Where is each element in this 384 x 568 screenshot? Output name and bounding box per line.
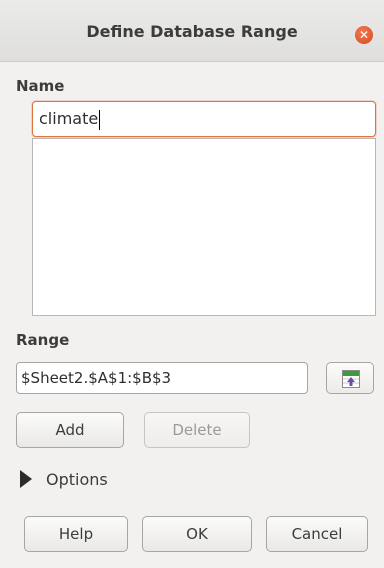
define-database-range-dialog: Define Database Range ✕ Name climate Ran… xyxy=(0,0,384,568)
name-input[interactable]: climate xyxy=(32,101,376,137)
close-icon[interactable]: ✕ xyxy=(355,26,373,44)
cancel-button[interactable]: Cancel xyxy=(266,516,368,552)
database-range-list[interactable] xyxy=(32,138,376,316)
help-button[interactable]: Help xyxy=(24,516,128,552)
shrink-dialog-button[interactable] xyxy=(326,362,374,394)
options-expander[interactable]: Options xyxy=(20,466,108,492)
delete-button[interactable]: Delete xyxy=(144,412,250,448)
ok-button[interactable]: OK xyxy=(142,516,252,552)
range-input[interactable]: $Sheet2.$A$1:$B$3 xyxy=(16,362,308,394)
text-caret xyxy=(99,109,101,130)
range-section-label: Range xyxy=(16,331,70,349)
add-button[interactable]: Add xyxy=(16,412,124,448)
name-section-label: Name xyxy=(16,77,65,95)
title-bar: Define Database Range ✕ xyxy=(0,0,384,62)
expand-arrow-icon xyxy=(20,470,32,488)
dialog-title: Define Database Range xyxy=(86,22,298,41)
shrink-dialog-icon xyxy=(342,370,360,388)
options-label: Options xyxy=(46,469,108,489)
name-input-value: climate xyxy=(39,109,99,128)
